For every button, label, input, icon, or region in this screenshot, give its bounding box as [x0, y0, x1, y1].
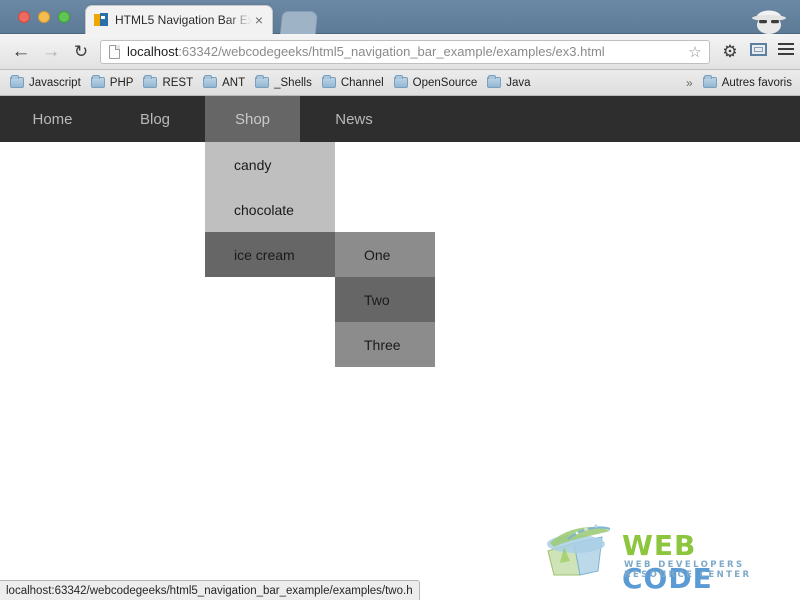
folder-icon: [255, 75, 270, 88]
browser-toolbar: ← → ↻ localhost:63342/webcodegeeks/html5…: [0, 34, 800, 70]
bookmark-label: Autres favoris: [721, 76, 792, 89]
dropdown-item-label: candy: [234, 156, 272, 173]
logo-mark-icon: [547, 524, 611, 576]
nav-item-label: Shop: [234, 110, 271, 128]
bookmark-label: _Shells: [274, 76, 312, 89]
bookmark-label: Channel: [340, 76, 384, 89]
dropdown-item-label: ice cream: [234, 246, 295, 263]
forward-button[interactable]: →: [36, 42, 66, 61]
folder-icon: [487, 75, 502, 88]
ice-cream-submenu: One Two Three: [335, 232, 435, 367]
submenu-item-label: Two: [364, 291, 390, 308]
bookmark-label: REST: [162, 76, 194, 89]
new-tab-button[interactable]: [279, 11, 319, 34]
url-host: localhost: [127, 44, 179, 59]
dropdown-item-candy[interactable]: candy: [205, 142, 335, 187]
cast-icon[interactable]: [744, 42, 772, 61]
dropdown-item-ice-cream[interactable]: ice cream: [205, 232, 335, 277]
nav-item-news[interactable]: News: [300, 96, 408, 142]
folder-icon: [90, 75, 105, 88]
folder-icon: [10, 75, 24, 88]
logo-tagline: WEB DEVELOPERS RESOURCE CENTER: [624, 560, 752, 580]
back-button[interactable]: ←: [6, 42, 36, 61]
page-viewport: Home Blog Shop News candy chocolate ice …: [0, 96, 800, 600]
folder-icon: [203, 75, 218, 88]
close-tab-icon[interactable]: ×: [252, 13, 266, 27]
gear-icon[interactable]: ⚙: [716, 42, 744, 62]
submenu-item-label: One: [364, 246, 391, 263]
folder-icon: [702, 75, 717, 88]
folder-icon: [321, 75, 336, 88]
nav-item-home[interactable]: Home: [0, 96, 105, 142]
submenu-item-one[interactable]: One: [335, 232, 435, 277]
address-bar[interactable]: localhost:63342/webcodegeeks/html5_navig…: [100, 39, 710, 64]
bookmarks-bar: Javascript PHP REST ANT _Shells Channel …: [0, 70, 800, 96]
url-text: localhost:63342/webcodegeeks/html5_navig…: [127, 44, 685, 59]
title-bar: HTML5 Navigation Bar Exa ×: [0, 0, 800, 34]
bookmark-ant[interactable]: ANT: [203, 75, 246, 89]
submenu-item-two[interactable]: Two: [335, 277, 435, 322]
bookmark-javascript[interactable]: Javascript: [10, 75, 81, 89]
bookmark-opensource[interactable]: OpenSource: [393, 75, 478, 89]
browser-window: HTML5 Navigation Bar Exa × ← → ↻ localho…: [0, 0, 800, 600]
bookmark-java[interactable]: Java: [487, 75, 531, 89]
nav-item-label: Home: [32, 110, 73, 128]
bookmark-label: PHP: [109, 76, 134, 89]
nav-item-label: News: [335, 110, 373, 128]
reload-button[interactable]: ↻: [66, 43, 96, 60]
site-navigation-bar: Home Blog Shop News: [0, 96, 800, 142]
nav-item-blog[interactable]: Blog: [105, 96, 205, 142]
bookmark-other-favorites[interactable]: Autres favoris: [702, 75, 792, 89]
hamburger-menu-icon[interactable]: [772, 40, 800, 63]
incognito-icon[interactable]: [744, 2, 794, 34]
maximize-window-button[interactable]: [58, 11, 70, 23]
submenu-item-label: Three: [364, 336, 401, 353]
window-controls: [18, 11, 70, 23]
bookmark-label: ANT: [222, 76, 246, 89]
folder-icon: [393, 75, 408, 88]
bookmark-star-icon[interactable]: ☆: [685, 43, 705, 61]
logo-word-web: WEB: [622, 529, 697, 562]
intellij-favicon: [94, 13, 108, 27]
bookmark-label: Java: [506, 76, 531, 89]
close-window-button[interactable]: [18, 11, 30, 23]
dropdown-item-label: chocolate: [234, 201, 294, 218]
status-bar: localhost:63342/webcodegeeks/html5_navig…: [0, 580, 420, 600]
bookmark-rest[interactable]: REST: [143, 75, 194, 89]
logo-word-geeks: GEEKS: [622, 595, 730, 600]
folder-icon: [143, 75, 158, 88]
bookmark-shells[interactable]: _Shells: [255, 75, 312, 89]
bookmark-channel[interactable]: Channel: [321, 75, 384, 89]
browser-tab[interactable]: HTML5 Navigation Bar Exa ×: [85, 5, 273, 34]
bookmark-php[interactable]: PHP: [90, 75, 134, 89]
url-path: :63342/webcodegeeks/html5_navigation_bar…: [178, 44, 605, 59]
nav-item-label: Blog: [139, 110, 171, 128]
bookmark-label: Javascript: [29, 76, 81, 89]
nav-item-shop[interactable]: Shop: [205, 96, 300, 142]
tab-title: HTML5 Navigation Bar Exa: [115, 13, 252, 27]
page-info-icon[interactable]: [109, 44, 120, 59]
bookmark-label: OpenSource: [412, 76, 478, 89]
web-code-geeks-logo: WEB CODE GEEKS WEB DEVELOPERS RESOURCE C…: [540, 515, 795, 600]
submenu-item-three[interactable]: Three: [335, 322, 435, 367]
shop-dropdown-menu: candy chocolate: [205, 142, 335, 232]
dropdown-item-chocolate[interactable]: chocolate: [205, 187, 335, 232]
bookmarks-overflow-icon[interactable]: »: [686, 76, 693, 90]
minimize-window-button[interactable]: [38, 11, 50, 23]
status-bar-text: localhost:63342/webcodegeeks/html5_navig…: [6, 584, 413, 597]
